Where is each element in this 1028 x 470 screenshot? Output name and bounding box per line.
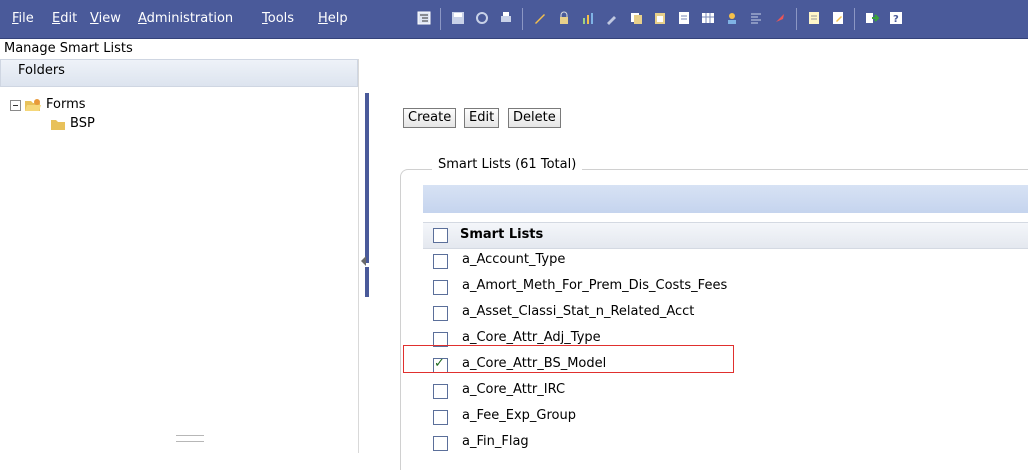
user-icon[interactable]: [724, 10, 740, 26]
collapse-arrow-icon[interactable]: [361, 256, 366, 266]
smart-lists-group-title: Smart Lists (61 Total): [432, 157, 583, 172]
svg-text:?: ?: [893, 14, 899, 25]
chart-icon[interactable]: [580, 10, 596, 26]
exit-icon[interactable]: [864, 10, 880, 26]
help-icon[interactable]: ?: [888, 10, 904, 26]
notes-icon[interactable]: [806, 10, 822, 26]
row-checkbox[interactable]: [433, 306, 448, 321]
main-content: Create Edit Delete Smart Lists (61 Total…: [372, 59, 1028, 470]
list-item[interactable]: a_Amort_Meth_For_Prem_Dis_Costs_Fees: [423, 274, 1028, 300]
list-item[interactable]: a_Account_Type: [423, 248, 1028, 274]
splitter-bar[interactable]: [365, 93, 369, 263]
splitter-bar[interactable]: [365, 267, 369, 297]
grid-header-label: Smart Lists: [460, 227, 544, 242]
tree-item-label: BSP: [70, 116, 95, 131]
list-item-label: a_Amort_Meth_For_Prem_Dis_Costs_Fees: [462, 278, 728, 293]
menu-view[interactable]: View: [90, 11, 121, 26]
row-checkbox[interactable]: [433, 436, 448, 451]
grid-header: Smart Lists: [423, 222, 1028, 249]
create-button[interactable]: Create: [403, 108, 457, 128]
paste-icon[interactable]: [652, 10, 668, 26]
edit-button[interactable]: Edit: [464, 108, 500, 128]
list-item[interactable]: a_Core_Attr_IRC: [423, 378, 1028, 404]
menu-administration[interactable]: Administration: [138, 11, 233, 26]
delete-button[interactable]: Delete: [508, 108, 561, 128]
list-item-label: a_Core_Attr_Adj_Type: [462, 330, 601, 345]
save-icon[interactable]: [450, 10, 466, 26]
collapse-toggle-icon[interactable]: [10, 100, 21, 111]
print-icon[interactable]: [498, 10, 514, 26]
menu-file[interactable]: File: [12, 11, 34, 26]
toolbar-separator: [854, 8, 855, 30]
toolbar-separator: [522, 8, 523, 30]
grid-icon[interactable]: [700, 10, 716, 26]
toolbar-separator: [440, 8, 441, 30]
resize-grip[interactable]: [176, 435, 204, 442]
list-item[interactable]: a_Fee_Exp_Group: [423, 404, 1028, 430]
list-item-label: a_Fee_Exp_Group: [462, 408, 576, 423]
page-title-bar: Manage Smart Lists: [0, 39, 1028, 59]
folder-icon: [51, 120, 65, 130]
menu-edit[interactable]: Edit: [52, 11, 77, 26]
panel-splitter[interactable]: [359, 59, 371, 453]
select-all-checkbox[interactable]: [433, 228, 448, 243]
toggle-tree-icon[interactable]: [416, 10, 432, 26]
list-item[interactable]: a_Fin_Flag: [423, 430, 1028, 456]
list-item-label: a_Account_Type: [462, 252, 566, 267]
pencil-icon[interactable]: [532, 10, 548, 26]
menu-tools[interactable]: Tools: [262, 11, 294, 26]
menu-help[interactable]: Help: [318, 11, 348, 26]
row-checkbox[interactable]: [433, 254, 448, 269]
list-item-label: a_Core_Attr_IRC: [462, 382, 566, 397]
page-title: Manage Smart Lists: [4, 41, 133, 56]
row-checkbox[interactable]: [433, 410, 448, 425]
align-icon[interactable]: [748, 10, 764, 26]
edit-doc-icon[interactable]: [830, 10, 846, 26]
refresh-icon[interactable]: [474, 10, 490, 26]
tools-icon[interactable]: [604, 10, 620, 26]
menu-bar: File Edit View Administration Tools Help…: [0, 0, 1028, 39]
folders-header-label: Folders: [18, 63, 65, 78]
row-checkbox[interactable]: [433, 384, 448, 399]
selection-highlight: [403, 345, 734, 373]
grid-toolbar-strip: [423, 185, 1028, 213]
list-item-label: a_Fin_Flag: [462, 434, 529, 449]
copy-icon[interactable]: [628, 10, 644, 26]
folder-open-icon: [25, 99, 41, 111]
tree-item-label: Forms: [46, 97, 86, 112]
document-icon[interactable]: [676, 10, 692, 26]
rocket-icon[interactable]: [772, 10, 788, 26]
folders-header: Folders: [0, 59, 358, 87]
toolbar-separator: [796, 8, 797, 30]
folders-panel: Folders Forms BSP: [0, 59, 359, 453]
list-item-label: a_Asset_Classi_Stat_n_Related_Acct: [462, 304, 695, 319]
list-item[interactable]: a_Asset_Classi_Stat_n_Related_Acct: [423, 300, 1028, 326]
lock-icon[interactable]: [556, 10, 572, 26]
row-checkbox[interactable]: [433, 280, 448, 295]
